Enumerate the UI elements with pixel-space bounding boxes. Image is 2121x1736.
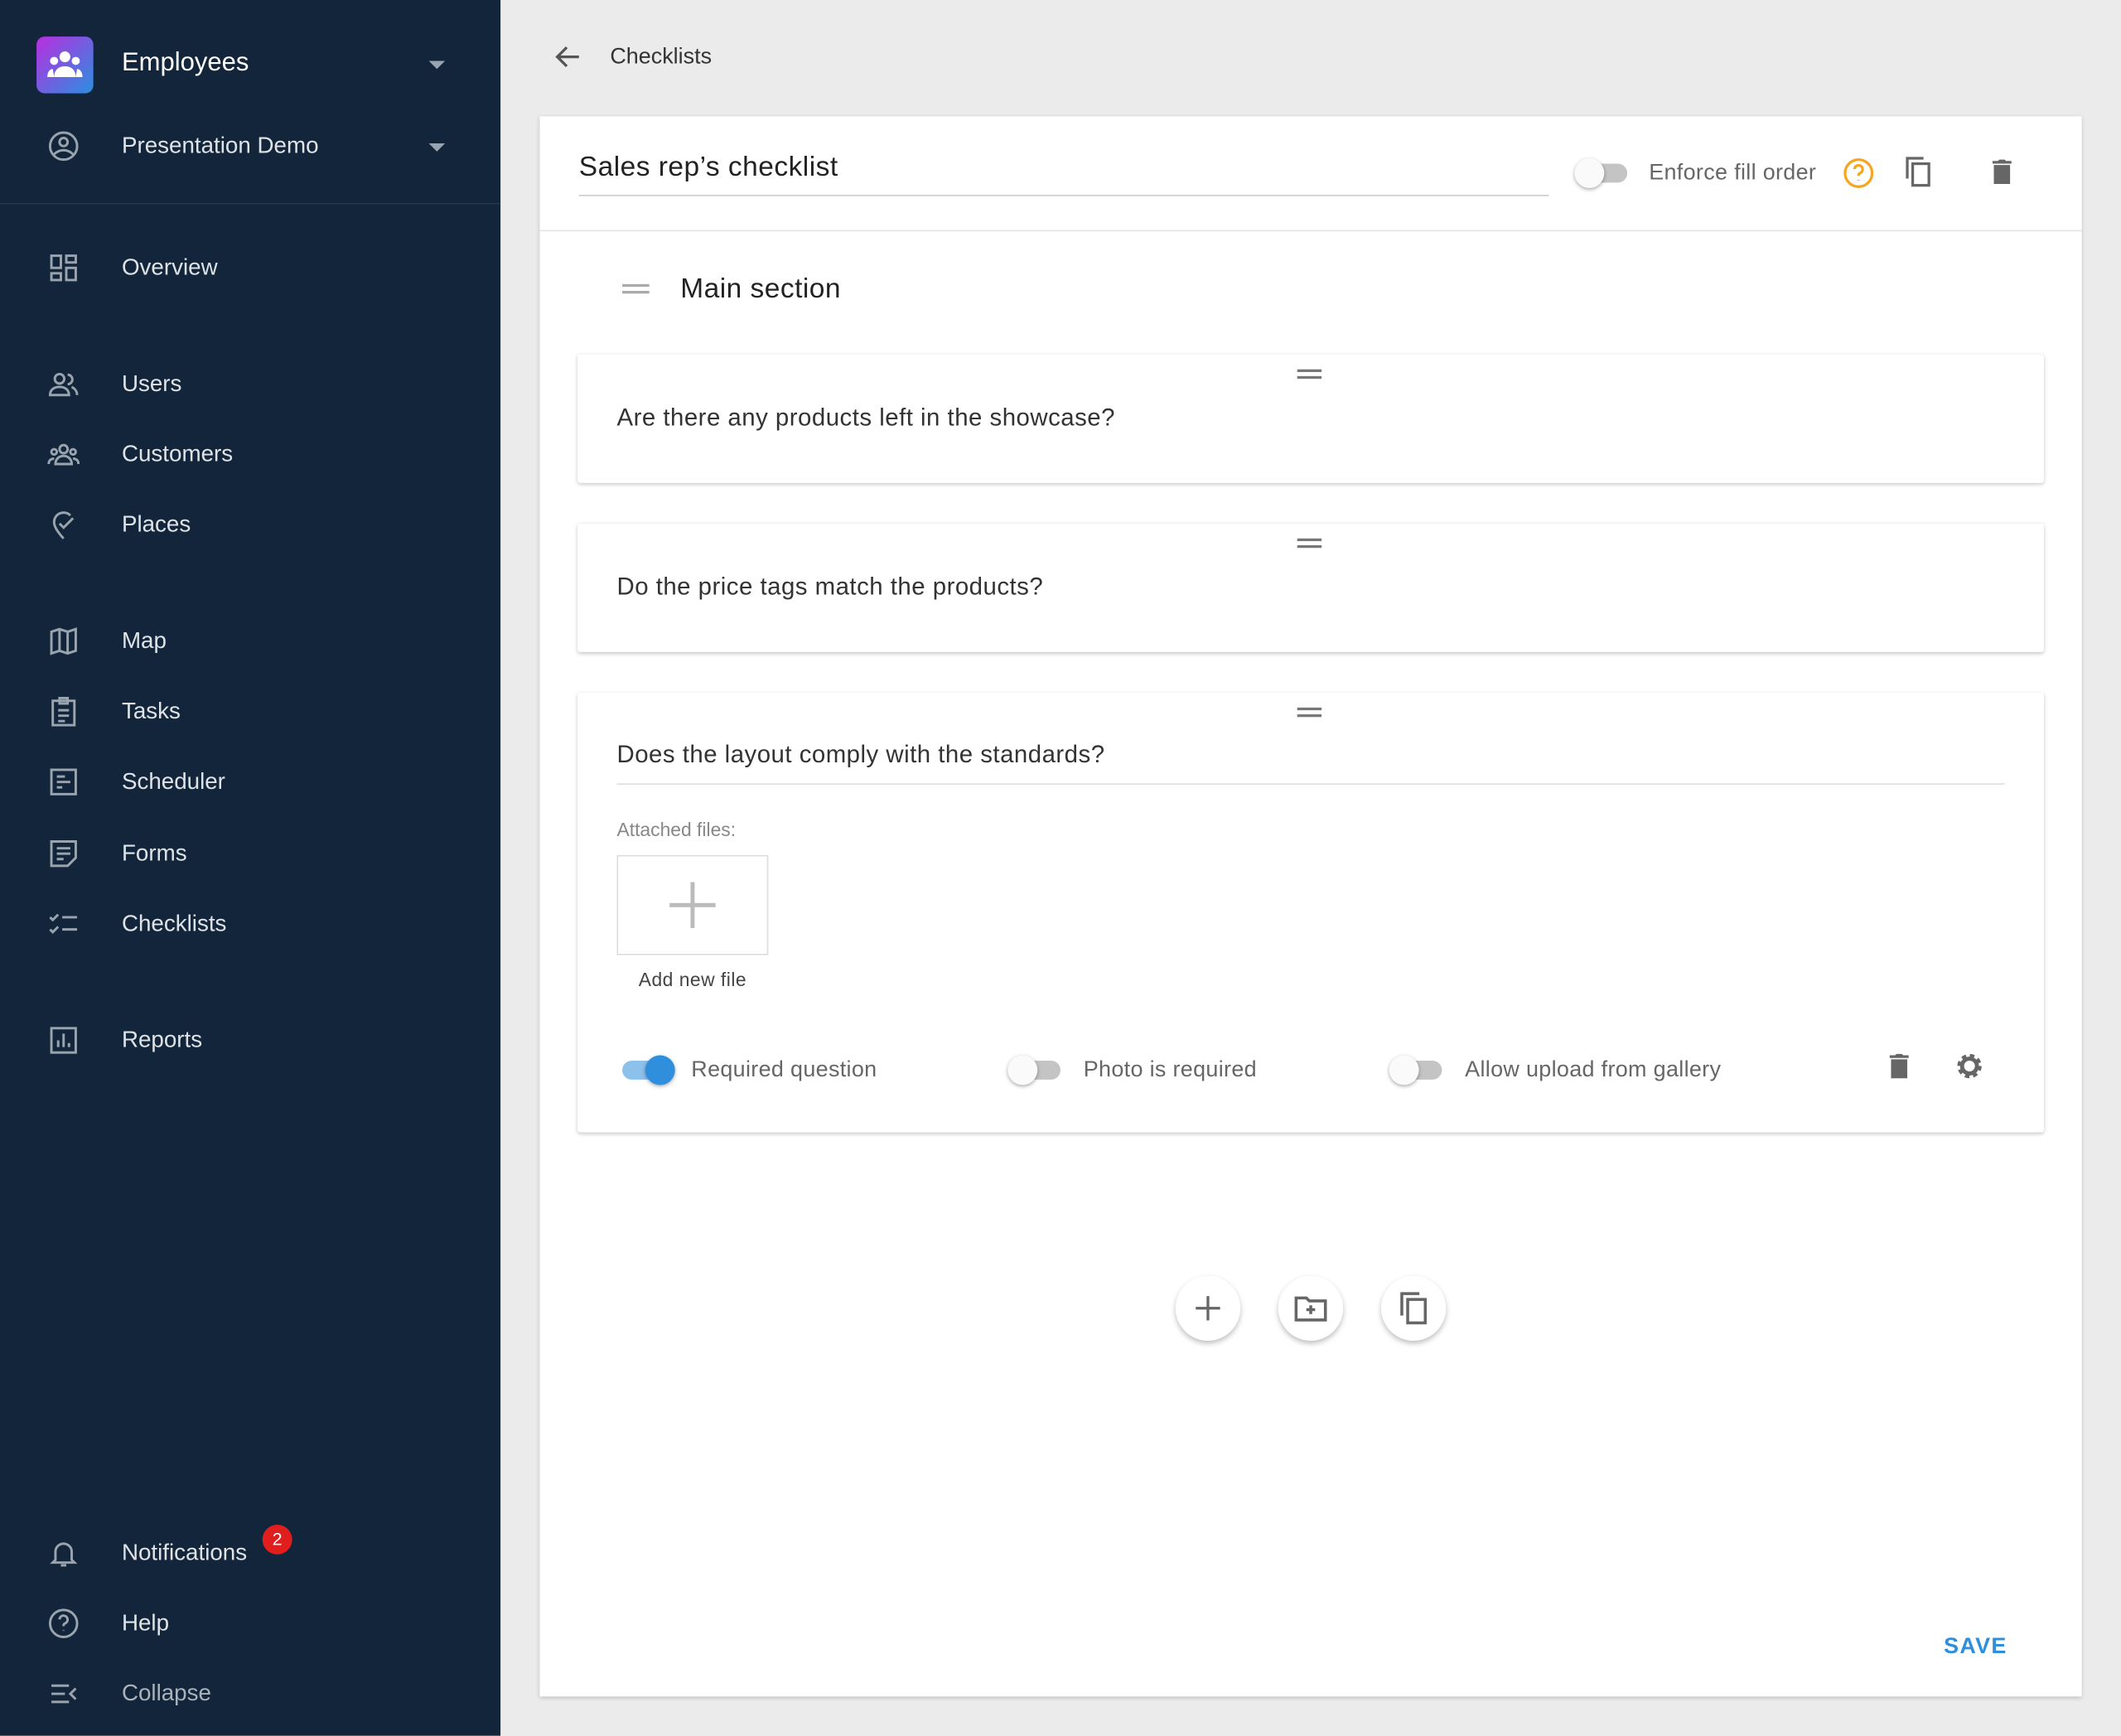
dashboard-icon	[47, 252, 80, 284]
sidebar-item-label: Help	[121, 1609, 170, 1636]
question-card[interactable]: Do the price tags match the products?	[577, 523, 2044, 652]
allow-gallery-label: Allow upload from gallery	[1465, 1057, 1722, 1082]
copy-icon	[1400, 1292, 1428, 1325]
divider	[0, 202, 501, 205]
users-icon	[47, 368, 80, 400]
app-switcher[interactable]: Employees	[122, 49, 249, 79]
tasks-icon	[47, 695, 80, 728]
checklist-icon	[47, 908, 80, 941]
scheduler-icon	[47, 766, 80, 798]
copy-icon[interactable]	[1902, 156, 1935, 195]
trash-icon[interactable]	[1986, 156, 2018, 195]
sidebar-item-label: Tasks	[121, 698, 181, 724]
map-icon	[47, 625, 80, 657]
sidebar-item-label: Reports	[121, 1027, 203, 1053]
sidebar-item-label: Customers	[121, 441, 234, 467]
place-icon	[47, 509, 80, 541]
reports-icon	[47, 1024, 80, 1057]
chevron-down-icon[interactable]	[428, 60, 446, 70]
checklist-editor: Sales rep’s checklist Enforce fill order…	[539, 116, 2082, 1697]
drag-handle-icon[interactable]	[1297, 707, 1322, 718]
save-button[interactable]: SAVE	[1944, 1634, 2007, 1660]
add-file-button[interactable]	[616, 854, 769, 955]
photo-required-toggle[interactable]	[1007, 1055, 1061, 1086]
trash-icon[interactable]	[1883, 1050, 1916, 1089]
enforce-fill-order-label: Enforce fill order	[1649, 160, 1817, 185]
app-logo	[36, 36, 94, 94]
required-question-toggle[interactable]	[618, 1055, 675, 1086]
sidebar-item-label: Map	[121, 627, 167, 654]
collapse-icon	[47, 1677, 80, 1709]
breadcrumb[interactable]: Checklists	[610, 45, 712, 70]
customers-icon	[47, 438, 80, 471]
divider	[616, 783, 2005, 785]
sidebar-item-label: Notifications	[121, 1539, 248, 1565]
account-switcher[interactable]: Presentation Demo	[122, 133, 319, 160]
checklist-title-input[interactable]: Sales rep’s checklist	[578, 152, 1549, 196]
divider	[539, 230, 2082, 232]
sidebar: Employees Presentation Demo Overview Use…	[0, 0, 501, 1736]
back-arrow-icon[interactable]	[552, 41, 584, 80]
sidebar-item-label: Checklists	[121, 910, 227, 936]
question-text[interactable]: Do the price tags match the products?	[616, 573, 1043, 601]
gear-icon[interactable]	[1954, 1050, 1986, 1089]
sidebar-item-label: Scheduler	[121, 768, 225, 795]
forms-icon	[47, 838, 80, 870]
duplicate-button[interactable]	[1380, 1275, 1447, 1341]
help-circle-icon[interactable]	[1843, 157, 1875, 196]
drag-handle-icon[interactable]	[1297, 369, 1322, 380]
plus-icon	[1196, 1296, 1220, 1321]
question-text-input[interactable]: Does the layout comply with the standard…	[616, 741, 1104, 769]
add-section-button[interactable]	[1278, 1275, 1344, 1341]
add-file-label: Add new file	[638, 968, 747, 991]
allow-gallery-toggle[interactable]	[1389, 1055, 1443, 1086]
question-text[interactable]: Are there any products left in the showc…	[616, 404, 1114, 432]
notification-badge: 2	[262, 1524, 292, 1555]
add-question-button[interactable]	[1175, 1275, 1241, 1341]
sidebar-item-label: Collapse	[121, 1680, 211, 1706]
sidebar-item-label: Overview	[121, 254, 218, 280]
question-card-expanded[interactable]: Does the layout comply with the standard…	[577, 692, 2044, 1133]
chevron-down-icon[interactable]	[428, 143, 446, 152]
help-icon	[47, 1608, 80, 1640]
section-drag-handle[interactable]	[622, 283, 650, 294]
sidebar-item-label: Forms	[121, 839, 187, 866]
people-icon	[47, 51, 83, 78]
account-circle-icon	[47, 130, 80, 162]
sidebar-item-label: Users	[121, 370, 182, 397]
drag-handle-icon[interactable]	[1297, 538, 1322, 549]
photo-required-label: Photo is required	[1083, 1057, 1257, 1082]
attached-files-label: Attached files:	[616, 818, 737, 840]
sidebar-item-label: Places	[121, 511, 191, 538]
question-card[interactable]: Are there any products left in the showc…	[577, 354, 2044, 483]
section-title[interactable]: Main section	[680, 273, 841, 306]
plus-icon	[669, 882, 716, 928]
folder-plus-icon	[1294, 1296, 1327, 1322]
enforce-fill-order-toggle[interactable]	[1574, 158, 1628, 188]
required-question-label: Required question	[691, 1057, 877, 1082]
bell-icon	[47, 1537, 80, 1569]
